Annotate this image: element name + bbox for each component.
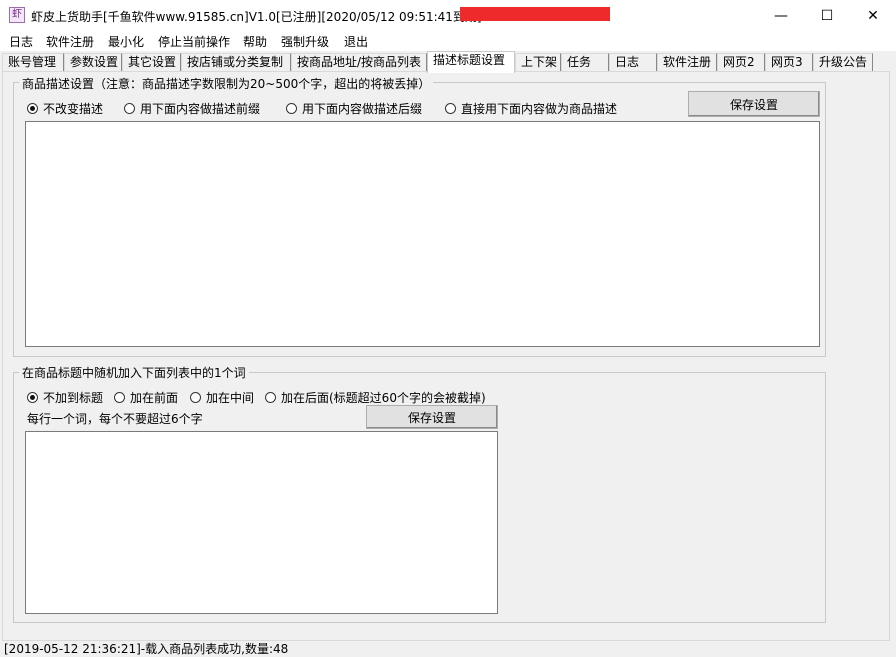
status-bar: [2019-05-12 21:36:21]-载入商品列表成功,数量:48 [4, 642, 289, 656]
desc-option-label: 不改变描述 [43, 102, 104, 116]
desc-option-replace[interactable]: 直接用下面内容做为商品描述 [445, 100, 617, 117]
tab-strip: 账号管理 参数设置 其它设置 按店铺或分类复制 按商品地址/按商品列表 描述标题… [0, 51, 896, 73]
tab-web3[interactable]: 网页3 [765, 53, 813, 71]
title-option-label: 不加到标题 [43, 391, 104, 405]
window-title: 虾皮上货助手[千鱼软件www.91585.cn]V1.0[已注册][2020/0… [31, 10, 482, 24]
radio-icon [265, 392, 276, 403]
title-option-label: 加在前面 [130, 391, 179, 405]
radio-icon [286, 103, 297, 114]
close-button[interactable]: ✕ [850, 0, 896, 31]
radio-icon [190, 392, 201, 403]
radio-icon [445, 103, 456, 114]
save-title-button[interactable]: 保存设置 [366, 405, 498, 429]
radio-icon [114, 392, 125, 403]
title-option-label: 加在后面(标题超过60个字的会被截掉) [281, 391, 486, 405]
menu-log[interactable]: 日志 [9, 33, 33, 50]
desc-option-label: 用下面内容做描述后缀 [302, 102, 423, 116]
tab-listing[interactable]: 上下架 [515, 53, 561, 71]
tab-register[interactable]: 软件注册 [657, 53, 717, 71]
redaction-bar [460, 7, 610, 21]
desc-option-label: 用下面内容做描述前缀 [140, 102, 261, 116]
tab-web2[interactable]: 网页2 [717, 53, 765, 71]
menu-minimize[interactable]: 最小化 [108, 33, 144, 50]
title-option-end[interactable]: 加在后面(标题超过60个字的会被截掉) [265, 389, 486, 406]
radio-checked-icon [27, 392, 38, 403]
tab-params[interactable]: 参数设置 [64, 53, 122, 71]
title-words-textarea[interactable] [25, 431, 498, 614]
tab-log[interactable]: 日志 [609, 53, 657, 71]
title-option-label: 加在中间 [206, 391, 255, 405]
title-words-hint: 每行一个词，每个不要超过6个字 [27, 412, 203, 426]
title-option-middle[interactable]: 加在中间 [190, 389, 254, 406]
maximize-icon: ☐ [820, 7, 834, 24]
desc-option-suffix[interactable]: 用下面内容做描述后缀 [286, 100, 422, 117]
menu-stop-operation[interactable]: 停止当前操作 [158, 33, 230, 50]
minimize-button[interactable]: — [758, 0, 804, 31]
radio-checked-icon [27, 103, 38, 114]
menu-exit[interactable]: 退出 [344, 33, 368, 50]
tab-tasks[interactable]: 任务 [561, 53, 609, 71]
description-textarea[interactable] [25, 121, 820, 347]
title-option-front[interactable]: 加在前面 [114, 389, 178, 406]
title-option-none[interactable]: 不加到标题 [27, 389, 103, 406]
menu-bar: 日志 软件注册 最小化 停止当前操作 帮助 强制升级 退出 [0, 31, 896, 51]
title-group-title: 在商品标题中随机加入下面列表中的1个词 [19, 364, 249, 381]
tab-other-settings[interactable]: 其它设置 [122, 53, 181, 71]
menu-help[interactable]: 帮助 [243, 33, 267, 50]
close-icon: ✕ [867, 7, 879, 24]
minimize-icon: — [774, 7, 788, 24]
save-description-button[interactable]: 保存设置 [688, 91, 820, 117]
menu-register[interactable]: 软件注册 [46, 33, 94, 50]
maximize-button[interactable]: ☐ [804, 0, 850, 31]
title-bar: 虾 虾皮上货助手[千鱼软件www.91585.cn]V1.0[已注册][2020… [0, 0, 896, 31]
desc-option-prefix[interactable]: 用下面内容做描述前缀 [124, 100, 260, 117]
tab-desc-title[interactable]: 描述标题设置 [427, 51, 515, 73]
desc-option-label: 直接用下面内容做为商品描述 [461, 102, 618, 116]
tab-by-product-url[interactable]: 按商品地址/按商品列表 [291, 53, 427, 71]
app-icon: 虾 [9, 7, 25, 23]
tab-account[interactable]: 账号管理 [2, 53, 64, 71]
tab-copy-by-shop[interactable]: 按店铺或分类复制 [181, 53, 291, 71]
menu-force-upgrade[interactable]: 强制升级 [281, 33, 329, 50]
desc-option-unchanged[interactable]: 不改变描述 [27, 100, 103, 117]
description-group-title: 商品描述设置（注意：商品描述字数限制为20~500个字，超出的将被丢掉） [19, 75, 434, 92]
radio-icon [124, 103, 135, 114]
tab-upgrade-notice[interactable]: 升级公告 [813, 53, 873, 71]
